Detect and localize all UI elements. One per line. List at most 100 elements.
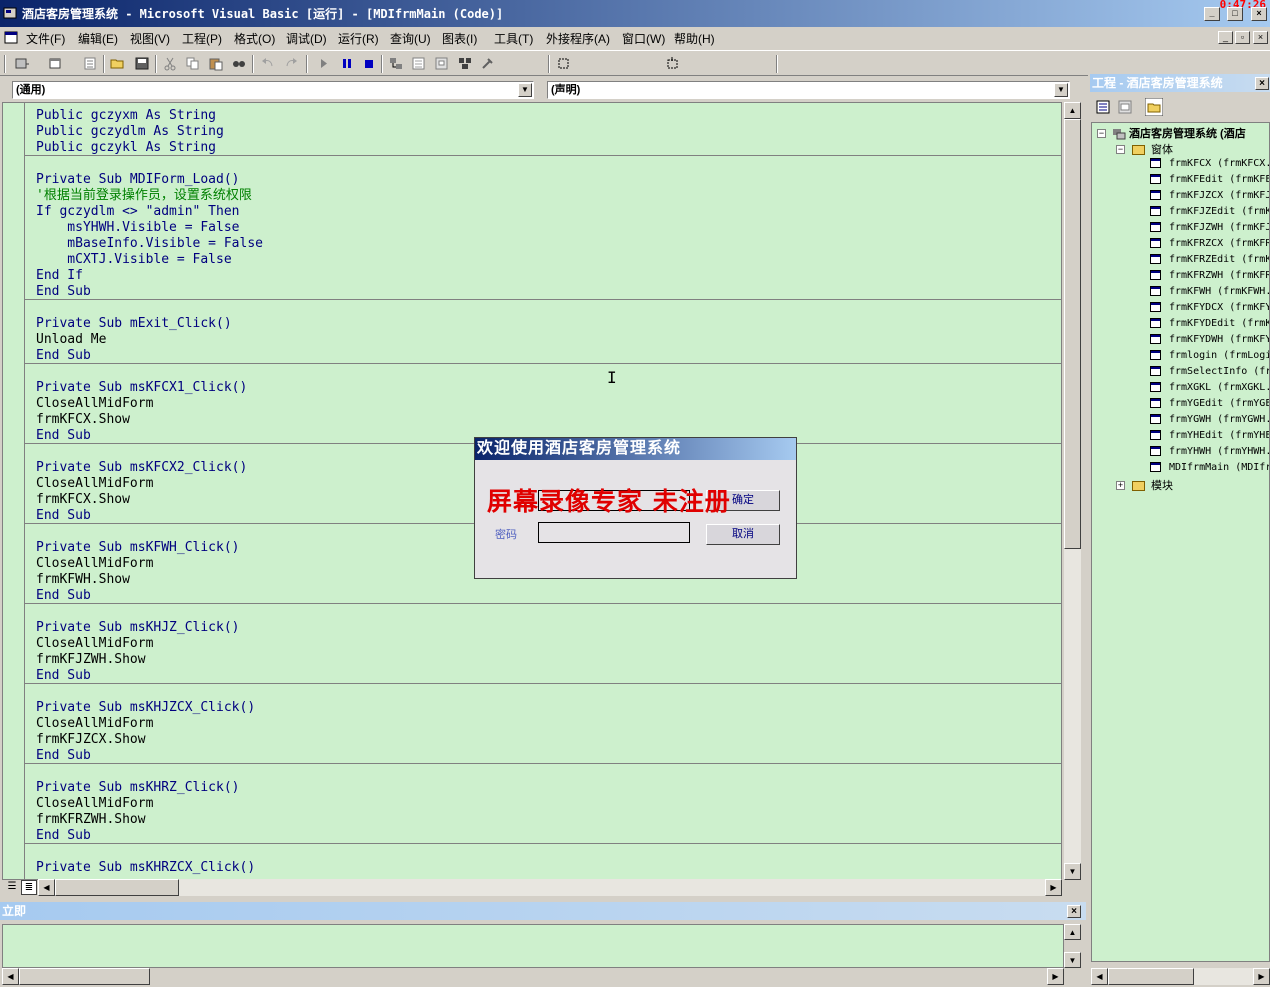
- copy-icon[interactable]: [185, 56, 201, 71]
- code-line[interactable]: End Sub: [36, 588, 263, 604]
- scroll-left-icon[interactable]: ◀: [2, 968, 19, 985]
- scroll-right-icon[interactable]: ▶: [1045, 879, 1062, 896]
- code-line[interactable]: CloseAllMidForm: [36, 716, 263, 732]
- scroll-down-icon[interactable]: ▼: [1064, 952, 1081, 968]
- scroll-thumb[interactable]: [1108, 968, 1194, 985]
- expand-icon[interactable]: +: [1116, 481, 1125, 490]
- scroll-up-icon[interactable]: ▲: [1064, 102, 1081, 119]
- tree-form-item[interactable]: frmKFJZEdit (frmK: [1150, 206, 1269, 217]
- tree-form-item[interactable]: frmlogin (frmLogi: [1150, 350, 1269, 361]
- password-field[interactable]: [538, 522, 690, 543]
- menu-run[interactable]: 运行(R): [338, 30, 379, 47]
- child-restore-button[interactable]: ▫: [1235, 31, 1250, 44]
- scroll-thumb[interactable]: [1064, 119, 1081, 549]
- code-line[interactable]: Public gczydlm As String: [36, 124, 263, 140]
- margin-indicator-bar[interactable]: [3, 103, 25, 879]
- code-line[interactable]: Private Sub msKHRZCX_Click(): [36, 860, 263, 876]
- code-line[interactable]: Private Sub msKFWH_Click(): [36, 540, 263, 556]
- code-line[interactable]: Private Sub msKHJZCX_Click(): [36, 700, 263, 716]
- tree-form-item[interactable]: MDIfrmMain (MDIfr: [1150, 462, 1269, 473]
- code-line[interactable]: End Sub: [36, 428, 263, 444]
- scroll-right-icon[interactable]: ▶: [1253, 968, 1270, 985]
- code-line[interactable]: CloseAllMidForm: [36, 556, 263, 572]
- scroll-left-icon[interactable]: ◀: [38, 879, 55, 896]
- redo-icon[interactable]: [283, 56, 299, 71]
- code-line[interactable]: CloseAllMidForm: [36, 396, 263, 412]
- code-horizontal-scrollbar[interactable]: ◀ ▶: [38, 879, 1062, 896]
- menu-edit[interactable]: 编辑(E): [78, 30, 118, 47]
- add-project-icon[interactable]: [14, 56, 30, 71]
- close-icon[interactable]: ×: [1255, 77, 1269, 90]
- view-code-icon[interactable]: [1095, 99, 1111, 115]
- code-line[interactable]: End Sub: [36, 828, 263, 844]
- scroll-thumb[interactable]: [19, 968, 150, 985]
- cut-icon[interactable]: [162, 56, 178, 71]
- tree-forms-folder[interactable]: 窗体: [1132, 141, 1173, 157]
- tree-form-item[interactable]: frmXGKL (frmXGKL.: [1150, 382, 1269, 393]
- tree-form-item[interactable]: frmKFRZEdit (frmK: [1150, 254, 1269, 265]
- code-line[interactable]: [36, 524, 263, 540]
- open-project-icon[interactable]: [110, 56, 126, 71]
- procedure-combo[interactable]: (声明) ▼: [547, 81, 1070, 99]
- code-line[interactable]: End Sub: [36, 508, 263, 524]
- code-line[interactable]: frmKFJZWH.Show: [36, 652, 263, 668]
- toolbox-icon[interactable]: [480, 56, 496, 71]
- code-line[interactable]: frmKFCX.Show: [36, 412, 263, 428]
- tree-form-item[interactable]: frmKFYDEdit (frmK: [1150, 318, 1269, 329]
- procedure-view-icon[interactable]: ☰: [4, 880, 20, 895]
- code-line[interactable]: [36, 300, 263, 316]
- code-line[interactable]: CloseAllMidForm: [36, 476, 263, 492]
- code-line[interactable]: msYHWH.Visible = False: [36, 220, 263, 236]
- project-tree[interactable]: − 酒店客房管理系统 (酒店 − 窗体 frmKFCX (frmKFCX. frm…: [1091, 122, 1270, 962]
- close-button[interactable]: ×: [1251, 7, 1267, 21]
- code-text[interactable]: Public gczyxm As String Public gczydlm As…: [36, 108, 263, 876]
- chevron-down-icon[interactable]: ▼: [518, 83, 532, 97]
- code-line[interactable]: End Sub: [36, 668, 263, 684]
- menu-file[interactable]: 文件(F): [26, 30, 65, 47]
- code-line[interactable]: [36, 604, 263, 620]
- code-line[interactable]: '根据当前登录操作员，设置系统权限: [36, 188, 263, 204]
- save-icon[interactable]: [134, 56, 150, 71]
- paste-icon[interactable]: [208, 56, 224, 71]
- code-line[interactable]: Private Sub msKHJZ_Click(): [36, 620, 263, 636]
- minimize-button[interactable]: _: [1204, 7, 1220, 21]
- code-line[interactable]: frmKFRZWH.Show: [36, 812, 263, 828]
- code-line[interactable]: [36, 844, 263, 860]
- menu-diagram[interactable]: 图表(I): [442, 30, 477, 47]
- menu-editor-icon[interactable]: [82, 56, 98, 71]
- menu-debug[interactable]: 调试(D): [286, 30, 327, 47]
- mdi-child-icon[interactable]: [4, 31, 18, 44]
- tree-form-item[interactable]: frmKFRZWH (frmKFR: [1150, 270, 1269, 281]
- properties-window-icon[interactable]: [411, 56, 427, 71]
- menu-view[interactable]: 视图(V): [130, 30, 170, 47]
- menu-query[interactable]: 查询(U): [390, 30, 431, 47]
- toggle-folders-icon[interactable]: [1145, 98, 1163, 116]
- code-line[interactable]: mBaseInfo.Visible = False: [36, 236, 263, 252]
- tree-form-item[interactable]: frmYGEdit (frmYGE: [1150, 398, 1269, 409]
- object-browser-icon[interactable]: [457, 56, 473, 71]
- code-line[interactable]: End Sub: [36, 284, 263, 300]
- code-line[interactable]: [36, 444, 263, 460]
- code-line[interactable]: frmKFWH.Show: [36, 572, 263, 588]
- cancel-button[interactable]: 取消: [706, 524, 780, 545]
- collapse-icon[interactable]: −: [1097, 129, 1106, 138]
- menu-project[interactable]: 工程(P): [182, 30, 222, 47]
- menu-format[interactable]: 格式(O): [234, 30, 275, 47]
- collapse-icon[interactable]: −: [1116, 145, 1125, 154]
- code-line[interactable]: End If: [36, 268, 263, 284]
- tree-form-item[interactable]: frmYGWH (frmYGWH.: [1150, 414, 1269, 425]
- chevron-down-icon[interactable]: ▼: [1054, 83, 1068, 97]
- tree-root-project[interactable]: 酒店客房管理系统 (酒店: [1112, 125, 1246, 141]
- run-icon[interactable]: [316, 56, 332, 71]
- tree-form-item[interactable]: frmSelectInfo (fr: [1150, 366, 1269, 377]
- view-object-icon[interactable]: [1117, 99, 1133, 115]
- code-line[interactable]: [36, 156, 263, 172]
- code-line[interactable]: Unload Me: [36, 332, 263, 348]
- menu-window[interactable]: 窗口(W): [622, 30, 665, 47]
- form-layout-icon[interactable]: [434, 56, 450, 71]
- code-vertical-scrollbar[interactable]: ▲ ▼: [1064, 102, 1081, 880]
- undo-icon[interactable]: [260, 56, 276, 71]
- tree-form-item[interactable]: frmKFJZCX (frmKFJ: [1150, 190, 1269, 201]
- code-line[interactable]: Public gczykl As String: [36, 140, 263, 156]
- pause-icon[interactable]: [339, 56, 355, 71]
